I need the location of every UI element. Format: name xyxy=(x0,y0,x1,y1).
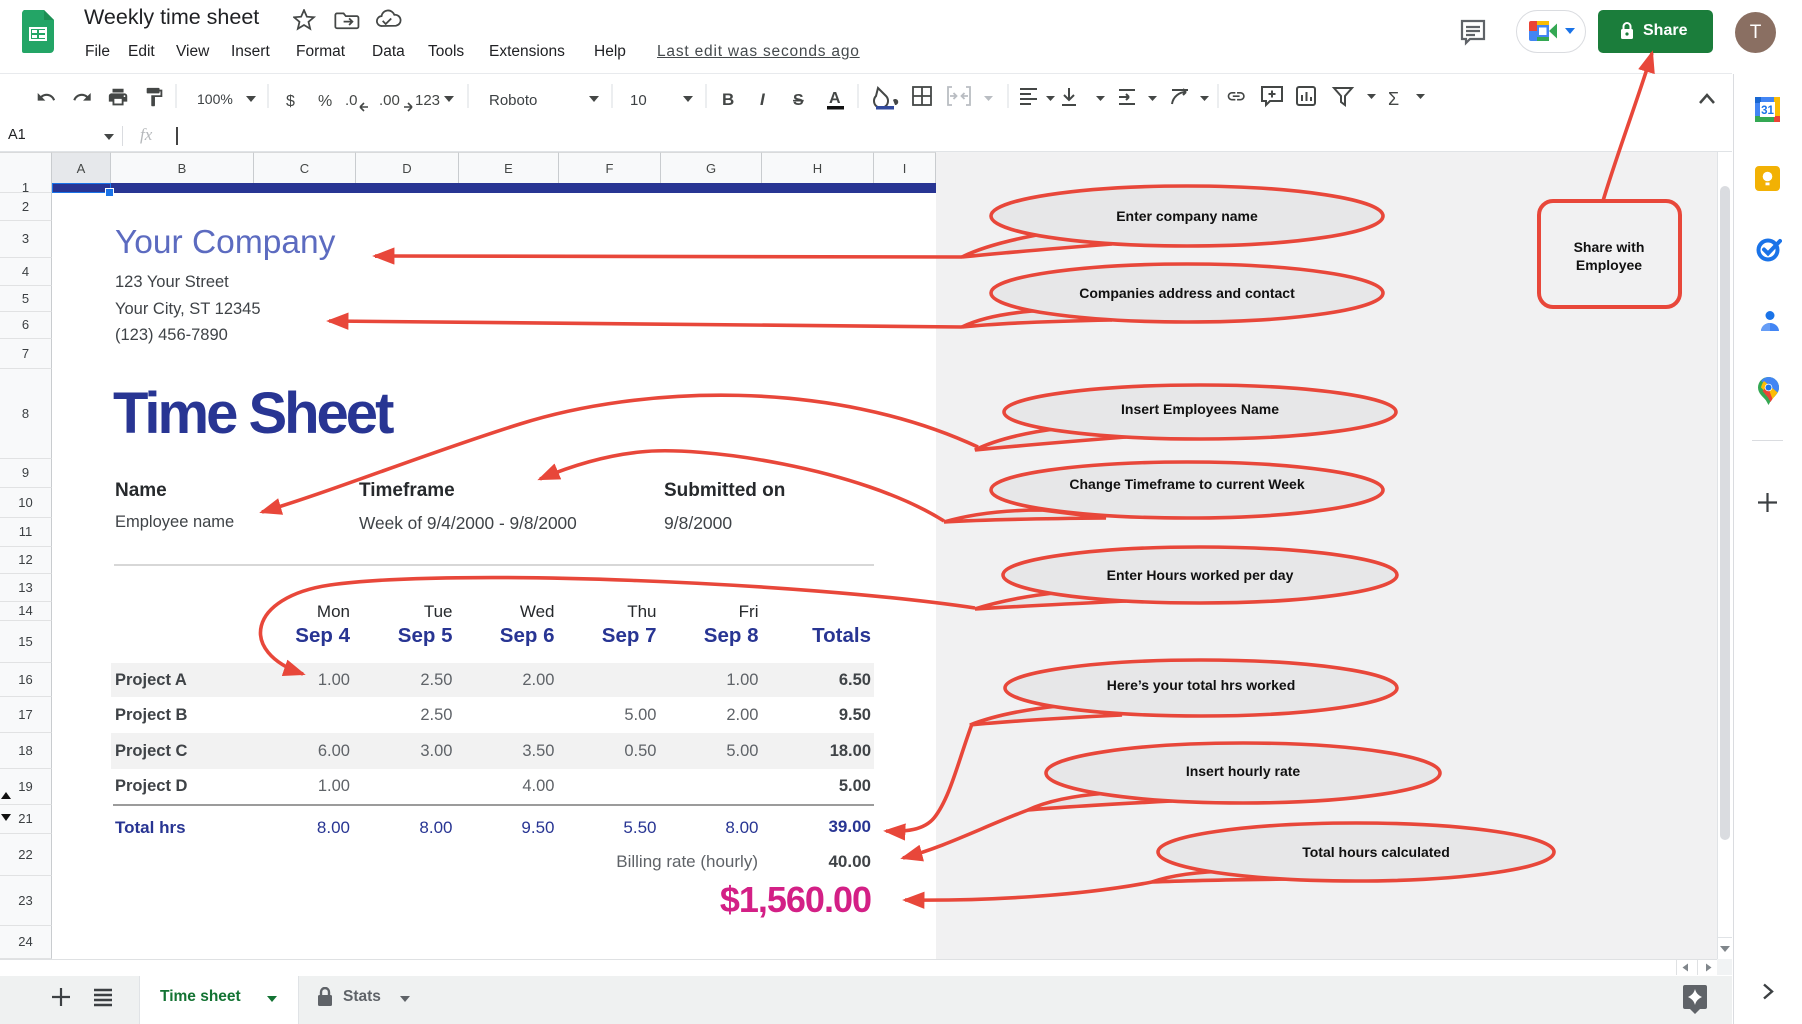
svg-text:123: 123 xyxy=(415,92,440,109)
svg-text:A: A xyxy=(829,90,841,107)
svg-text:I: I xyxy=(760,90,766,109)
svg-text:.0: .0 xyxy=(345,92,358,109)
svg-text:Σ: Σ xyxy=(1388,89,1399,109)
svg-text:S: S xyxy=(793,92,804,109)
svg-text:B: B xyxy=(722,90,734,109)
svg-text:100%: 100% xyxy=(197,91,233,107)
svg-text:Roboto: Roboto xyxy=(489,92,537,109)
svg-text:31: 31 xyxy=(1761,105,1774,117)
svg-text:%: % xyxy=(318,93,332,110)
svg-text:10: 10 xyxy=(630,92,647,109)
svg-text:.00: .00 xyxy=(379,92,400,109)
svg-text:$: $ xyxy=(286,93,295,110)
